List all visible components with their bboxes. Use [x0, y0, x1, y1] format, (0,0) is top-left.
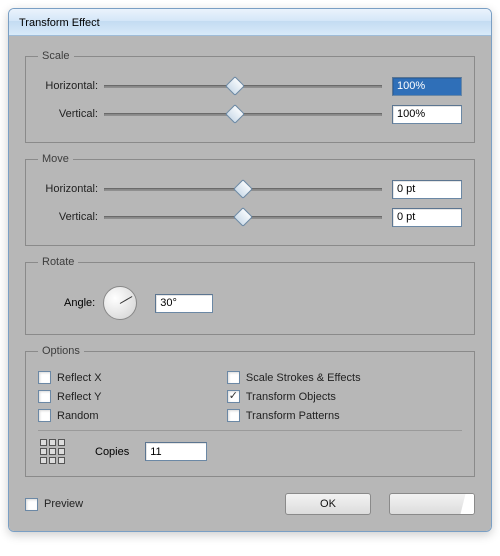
scale-vertical-input[interactable] — [392, 105, 462, 124]
dialog-content: Scale Horizontal: Vertical: Move — [9, 36, 491, 531]
slider-thumb[interactable] — [225, 104, 245, 124]
ok-button[interactable]: OK — [285, 493, 371, 515]
scale-strokes-label: Scale Strokes & Effects — [246, 372, 361, 384]
options-group: Options Reflect X Scale Strokes & Effect… — [25, 345, 475, 477]
copies-input[interactable] — [145, 442, 207, 461]
copies-label: Copies — [95, 446, 129, 458]
transform-objects-label: Transform Objects — [246, 391, 336, 403]
checkbox-icon — [38, 409, 51, 422]
checkbox-icon — [25, 498, 38, 511]
window-title: Transform Effect — [19, 17, 100, 29]
anchor-point-selector[interactable] — [38, 437, 67, 466]
checkbox-icon — [227, 409, 240, 422]
transform-effect-dialog: Transform Effect Scale Horizontal: Verti… — [8, 8, 492, 532]
move-vertical-slider[interactable] — [104, 209, 382, 225]
scale-strokes-checkbox[interactable]: Scale Strokes & Effects — [227, 371, 462, 384]
angle-hand — [120, 296, 133, 304]
scale-group: Scale Horizontal: Vertical: — [25, 50, 475, 143]
reflect-y-label: Reflect Y — [57, 391, 101, 403]
transform-patterns-checkbox[interactable]: Transform Patterns — [227, 409, 462, 422]
scale-legend: Scale — [38, 50, 74, 62]
move-horizontal-input[interactable] — [392, 180, 462, 199]
slider-thumb[interactable] — [225, 76, 245, 96]
angle-label: Angle: — [64, 297, 95, 309]
rotate-group: Rotate Angle: — [25, 256, 475, 335]
checkbox-icon — [227, 371, 240, 384]
scale-vertical-slider[interactable] — [104, 106, 382, 122]
move-group: Move Horizontal: Vertical: — [25, 153, 475, 246]
transform-objects-checkbox[interactable]: Transform Objects — [227, 390, 462, 403]
move-horizontal-slider[interactable] — [104, 181, 382, 197]
transform-patterns-label: Transform Patterns — [246, 410, 340, 422]
move-legend: Move — [38, 153, 73, 165]
preview-label: Preview — [44, 498, 83, 510]
checkbox-icon — [38, 390, 51, 403]
preview-checkbox[interactable]: Preview — [25, 498, 83, 511]
checkbox-icon — [38, 371, 51, 384]
titlebar[interactable]: Transform Effect — [9, 9, 491, 36]
scale-horizontal-label: Horizontal: — [38, 80, 104, 92]
scale-horizontal-input[interactable] — [392, 77, 462, 96]
options-legend: Options — [38, 345, 84, 357]
move-horizontal-label: Horizontal: — [38, 183, 104, 195]
cancel-button[interactable] — [389, 493, 475, 515]
checkbox-icon — [227, 390, 240, 403]
random-label: Random — [57, 410, 99, 422]
slider-thumb[interactable] — [233, 207, 253, 227]
reflect-y-checkbox[interactable]: Reflect Y — [38, 390, 219, 403]
scale-vertical-label: Vertical: — [38, 108, 104, 120]
reflect-x-checkbox[interactable]: Reflect X — [38, 371, 219, 384]
reflect-x-label: Reflect X — [57, 372, 102, 384]
slider-thumb[interactable] — [233, 179, 253, 199]
move-vertical-input[interactable] — [392, 208, 462, 227]
angle-dial[interactable] — [103, 286, 137, 320]
random-checkbox[interactable]: Random — [38, 409, 219, 422]
move-vertical-label: Vertical: — [38, 211, 104, 223]
rotate-legend: Rotate — [38, 256, 78, 268]
angle-input[interactable] — [155, 294, 213, 313]
scale-horizontal-slider[interactable] — [104, 78, 382, 94]
